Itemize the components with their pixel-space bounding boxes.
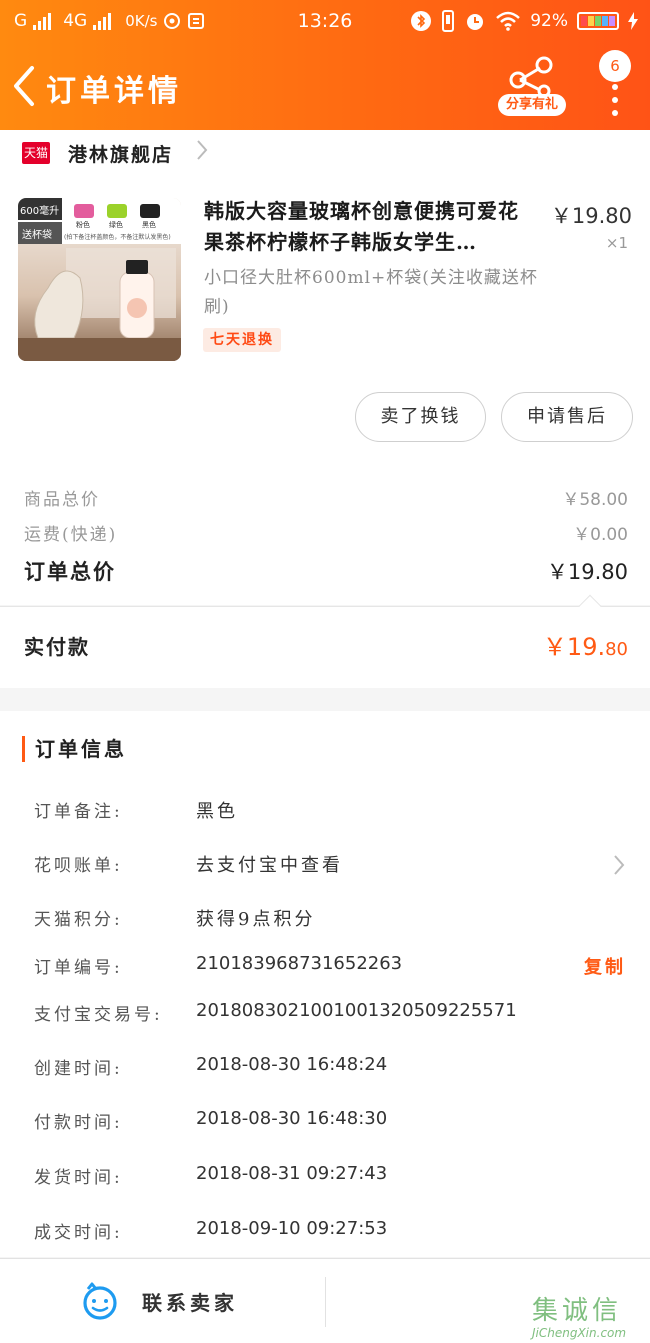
order-info-title: 订单信息 — [22, 736, 127, 762]
info-row-alipay-txn: 支付宝交易号: 2018083021001001320509225571 — [34, 1000, 634, 1030]
info-row-completed: 成交时间: 2018-09-10 09:27:53 — [34, 1218, 634, 1248]
status-right: 92% — [410, 10, 638, 32]
shipping-row: 运费(快递) ￥0.00 — [24, 520, 628, 545]
info-label: 订单编号: — [34, 958, 123, 978]
info-row-order-number: 订单编号: 210183968731652263 复制 — [34, 953, 634, 983]
info-label: 发货时间: — [34, 1168, 123, 1188]
product-quantity: ×1 — [605, 234, 628, 252]
goods-total-label: 商品总价 — [24, 490, 100, 510]
back-arrow-icon[interactable] — [10, 64, 40, 108]
more-dots-icon — [612, 84, 618, 123]
info-value: 2018-08-30 16:48:30 — [196, 1108, 388, 1129]
thumb-gift-label: 送杯袋 — [22, 230, 52, 241]
info-row-shipped: 发货时间: 2018-08-31 09:27:43 — [34, 1163, 634, 1193]
order-total-value: ￥19.80 — [546, 560, 628, 584]
share-gift-label: 分享有礼 — [498, 94, 566, 116]
thumb-color-green: 绿色 — [109, 221, 123, 229]
thumb-color-black: 黑色 — [142, 221, 156, 229]
info-label: 花呗账单: — [34, 856, 123, 876]
order-total-label: 订单总价 — [24, 559, 116, 584]
info-label: 付款时间: — [34, 1113, 123, 1133]
info-value: 2018-09-10 09:27:53 — [196, 1218, 388, 1239]
battery-icon — [577, 12, 619, 30]
alarm-icon — [467, 14, 484, 30]
info-value: 获得9点积分 — [196, 909, 316, 930]
vibrate-icon — [442, 10, 455, 32]
store-link[interactable]: 天猫 港林旗舰店 — [22, 138, 173, 168]
actual-payment-section: 实付款 ￥19.80 — [0, 594, 650, 688]
thumb-note: (拍下备注杯盖颜色，不备注默认发黑色) — [64, 234, 171, 241]
chevron-right-icon[interactable] — [612, 853, 626, 877]
copy-order-number-button[interactable]: 复制 — [584, 953, 626, 979]
payment-main: ￥19. — [542, 633, 606, 661]
goods-total-row: 商品总价 ￥58.00 — [24, 485, 628, 510]
chat-face-icon — [83, 1282, 117, 1320]
info-value: 2018-08-31 09:27:43 — [196, 1163, 388, 1184]
info-value: 210183968731652263 — [196, 953, 403, 974]
chevron-right-icon[interactable] — [194, 138, 210, 162]
battery-percent: 92% — [530, 11, 568, 31]
info-value: 2018-08-30 16:48:24 — [196, 1054, 388, 1075]
wifi-icon — [496, 11, 521, 31]
info-label: 成交时间: — [34, 1223, 123, 1243]
contact-seller-button[interactable]: 联系卖家 — [80, 1279, 238, 1323]
goods-total-value: ￥58.00 — [562, 490, 628, 510]
info-row-paid: 付款时间: 2018-08-30 16:48:30 — [34, 1108, 634, 1138]
order-total-row: 订单总价 ￥19.80 — [24, 556, 628, 586]
payment-cents: 80 — [605, 639, 628, 660]
page-title: 订单详情 — [46, 74, 182, 109]
contact-seller-label: 联系卖家 — [142, 1290, 238, 1315]
info-label: 创建时间: — [34, 1059, 123, 1079]
info-value: 去支付宝中查看 — [196, 855, 343, 876]
info-row-points: 天猫积分: 获得9点积分 — [34, 905, 634, 935]
status-bar: G 4G 0K/s 13:26 92% — [0, 0, 650, 44]
share-icon — [509, 56, 553, 96]
info-label: 订单备注: — [34, 802, 123, 822]
shipping-label: 运费(快递) — [24, 525, 118, 545]
thumb-size-label: 600毫升 — [20, 206, 60, 217]
info-row-huabei[interactable]: 花呗账单: 去支付宝中查看 — [34, 851, 634, 881]
product-price: ￥19.80 — [550, 204, 632, 228]
apply-aftersale-button[interactable]: 申请售后 — [501, 392, 633, 442]
thumb-color-pink: 粉色 — [76, 221, 90, 229]
store-name: 港林旗舰店 — [68, 143, 174, 166]
product-photo — [18, 198, 181, 361]
return-policy-tag: 七天退换 — [203, 328, 281, 352]
charging-icon — [628, 12, 638, 30]
product-sku: 小口径大肚杯600ml+杯袋(关注收藏送杯刷) — [204, 268, 538, 317]
actual-payment-amount: ￥19.80 — [543, 627, 628, 662]
share-gift-button[interactable]: 分享有礼 — [498, 56, 566, 120]
sell-for-cash-button[interactable]: 卖了换钱 — [355, 392, 486, 442]
tmall-badge: 天猫 — [22, 142, 50, 164]
info-row-created: 创建时间: 2018-08-30 16:48:24 — [34, 1054, 634, 1084]
actual-payment-label: 实付款 — [24, 635, 90, 659]
order-card: 天猫 港林旗舰店 600毫升 送杯袋 粉色 绿色 黑色 (拍下备注杯盖颜色，不备… — [0, 130, 650, 605]
info-label: 天猫积分: — [34, 910, 123, 930]
product-thumbnail[interactable]: 600毫升 送杯袋 粉色 绿色 黑色 (拍下备注杯盖颜色，不备注默认发黑色) — [18, 198, 181, 361]
bottom-divider — [325, 1277, 326, 1327]
product-name[interactable]: 韩版大容量玻璃杯创意便携可爱花果茶杯柠檬杯子韩版女学生… — [204, 196, 536, 258]
info-value: 黑色 — [196, 801, 238, 822]
watermark-cn: 集诚信 — [532, 1296, 623, 1326]
info-value: 2018083021001001320509225571 — [196, 1000, 517, 1021]
watermark-logo: 集诚信 JiChengXin.com — [532, 1290, 648, 1343]
order-info-section: 订单信息 订单备注: 黑色 花呗账单: 去支付宝中查看 天猫积分: 获得9点积分… — [0, 711, 650, 1257]
app-header: G 4G 0K/s 13:26 92% 订单详情 分享有礼 6 — [0, 0, 650, 130]
info-row-remark: 订单备注: 黑色 — [34, 797, 634, 827]
more-menu-button[interactable]: 6 — [598, 50, 638, 116]
watermark-en: JiChengXin.com — [532, 1326, 627, 1340]
message-count-badge: 6 — [599, 50, 631, 82]
bluetooth-icon — [411, 11, 432, 31]
shipping-value: ￥0.00 — [573, 525, 628, 545]
info-label: 支付宝交易号: — [34, 1005, 163, 1025]
